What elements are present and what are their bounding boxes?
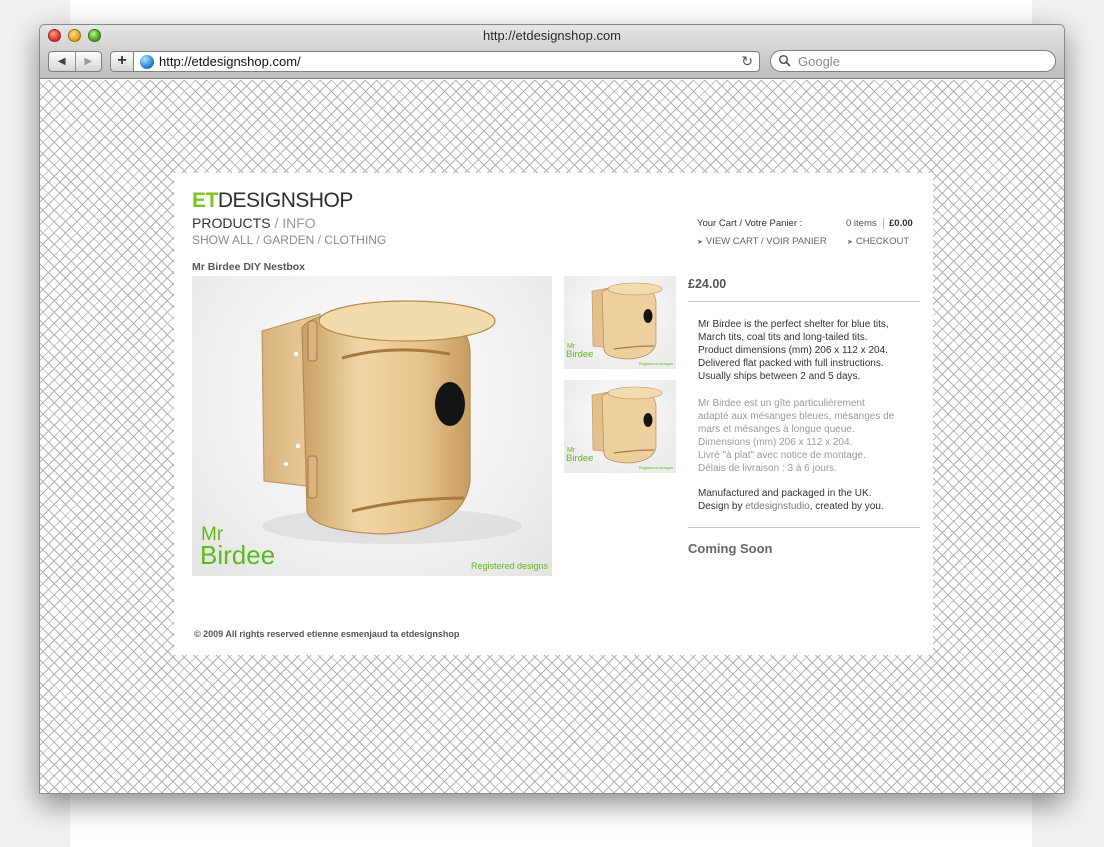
divider — [688, 527, 920, 528]
cart-divider — [883, 218, 884, 229]
view-cart-link[interactable]: ➤ VIEW CART / VOIR PANIER — [697, 236, 827, 247]
checkout-link[interactable]: ➤ CHECKOUT — [847, 236, 909, 247]
description-line: mars et mésanges à longue queue. — [698, 424, 855, 435]
nav-products-link[interactable]: PRODUCTS — [192, 215, 271, 231]
forward-button[interactable]: ▶ — [74, 52, 102, 71]
nav-separator: / — [270, 215, 283, 231]
arrow-right-icon: ➤ — [847, 239, 853, 246]
logo-designshop: DESIGNSHOP — [217, 189, 354, 212]
thumbnail-brand-birdee: Birdee — [566, 453, 594, 464]
coming-soon-label: Coming Soon — [688, 541, 773, 556]
category-separator: / — [314, 233, 325, 247]
thumbnail-registered-label: Registered designs — [638, 465, 673, 470]
image-brand-birdee: Birdee — [200, 540, 276, 570]
cart-total: £0.00 — [889, 218, 913, 229]
category-show-all-link[interactable]: SHOW ALL — [192, 233, 253, 247]
description-line: Product dimensions (mm) 206 x 112 x 204. — [698, 345, 888, 356]
main-nav: PRODUCTS / INFO — [192, 215, 316, 231]
nav-info-link[interactable]: INFO — [282, 215, 315, 231]
description-line: Livré "à plat" avec notice de montage. — [698, 450, 866, 461]
product-title: Mr Birdee DIY Nestbox — [192, 261, 306, 273]
globe-icon — [140, 55, 154, 69]
description-line: Dimensions (mm) 206 x 112 x 204. — [698, 437, 853, 448]
manufactured-line: Manufactured and packaged in the UK. — [698, 488, 872, 499]
product-main-image[interactable]: Mr Birdee Registered designs — [192, 276, 552, 576]
description-english: Mr Birdee is the perfect shelter for blu… — [698, 318, 920, 383]
cart-item-count: 0 items — [846, 218, 877, 229]
description-line: Délais de livraison : 3 à 6 jours. — [698, 463, 837, 474]
category-nav: SHOW ALL / GARDEN / CLOTHING — [192, 233, 386, 247]
footer-copyright: © 2009 All rights reserved etienne esmen… — [194, 629, 460, 639]
registered-designs-label: Registered designs — [470, 561, 548, 571]
browser-toolbar: http://etdesignshop.com ◀ ▶ + http://etd… — [40, 25, 1064, 79]
history-nav: ◀ ▶ — [48, 51, 102, 72]
browser-window: http://etdesignshop.com ◀ ▶ + http://etd… — [39, 24, 1065, 794]
search-placeholder: Google — [798, 54, 840, 69]
product-thumbnail[interactable]: Mr Birdee Registered designs — [564, 380, 676, 473]
search-field[interactable]: Google — [770, 50, 1056, 72]
category-separator: / — [252, 233, 263, 247]
add-bookmark-button[interactable]: + — [110, 51, 134, 72]
address-text[interactable]: http://etdesignshop.com/ — [159, 54, 301, 69]
etdesignstudio-link[interactable]: etdesignstudio — [745, 501, 810, 512]
arrow-right-icon: ➤ — [697, 239, 703, 246]
design-prefix: Design by — [698, 501, 746, 512]
divider — [688, 301, 920, 302]
product-thumbnail[interactable]: Mr Birdee Registered designs — [564, 276, 676, 369]
manufacturing-note: Manufactured and packaged in the UK. Des… — [698, 487, 920, 513]
thumbnail-registered-label: Registered designs — [638, 361, 673, 366]
address-bar[interactable]: http://etdesignshop.com/ ↻ — [133, 51, 760, 72]
checkout-label: CHECKOUT — [855, 236, 910, 247]
thumbnail-brand-birdee: Birdee — [566, 349, 594, 360]
description-french: Mr Birdee est un gîte particulièrement a… — [698, 397, 920, 475]
design-credit-line: Design by etdesignstudio, created by you… — [698, 500, 920, 513]
window-title: http://etdesignshop.com — [482, 28, 622, 43]
description-line: March tits, coal tits and long-tailed ti… — [698, 332, 868, 343]
description-line: Delivered flat packed with full instruct… — [698, 358, 884, 369]
category-garden-link[interactable]: GARDEN — [263, 233, 314, 247]
shop-panel: ETDESIGNSHOP PRODUCTS / INFO SHOW ALL / … — [174, 173, 933, 655]
site-logo[interactable]: ETDESIGNSHOP — [192, 189, 353, 213]
logo-et: ET — [192, 189, 218, 212]
web-content: ETDESIGNSHOP PRODUCTS / INFO SHOW ALL / … — [40, 80, 1064, 793]
category-clothing-link[interactable]: CLOTHING — [324, 233, 386, 247]
view-cart-label: VIEW CART / VOIR PANIER — [705, 236, 827, 247]
description-line: Usually ships between 2 and 5 days. — [698, 371, 861, 382]
cart-label: Your Cart / Votre Panier : — [697, 218, 803, 229]
description-line: Mr Birdee est un gîte particulièrement — [698, 398, 865, 409]
search-icon — [778, 54, 791, 67]
description-line: adapté aux mésanges bleues, mésanges de — [698, 411, 895, 422]
nestbox-illustration — [261, 300, 522, 544]
reload-button[interactable]: ↻ — [741, 53, 753, 70]
description-line: Mr Birdee is the perfect shelter for blu… — [698, 319, 889, 330]
product-price: £24.00 — [688, 277, 727, 291]
design-suffix: , created by you. — [809, 501, 884, 512]
back-button[interactable]: ◀ — [49, 52, 75, 71]
